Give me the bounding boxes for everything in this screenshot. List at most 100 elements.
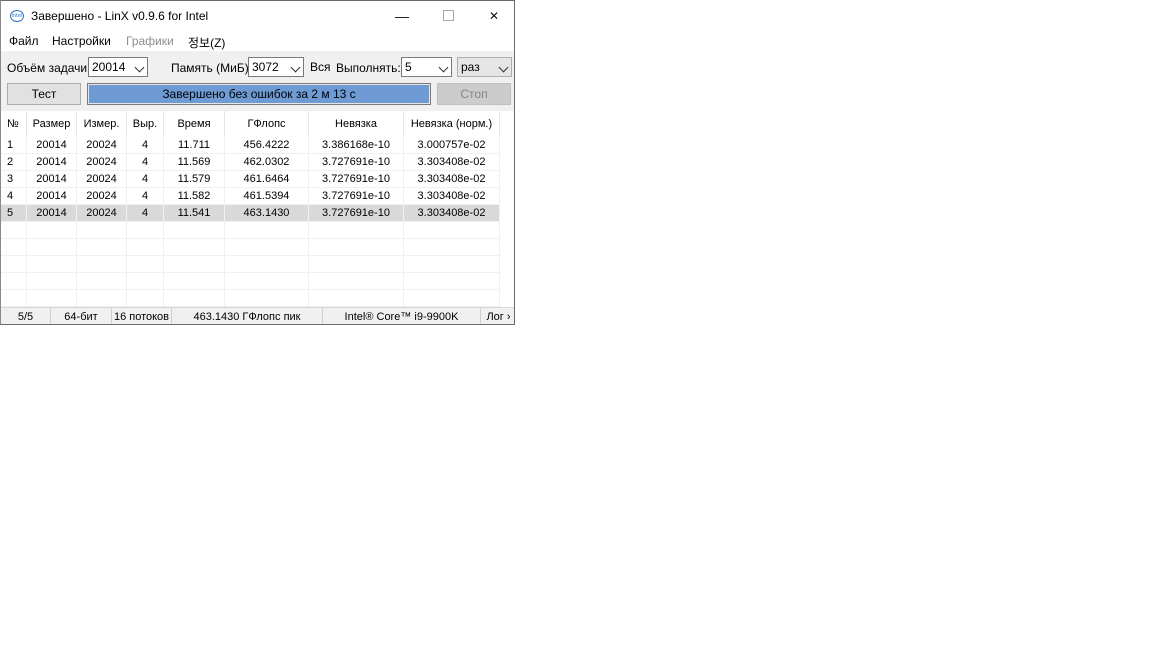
empty-row [1, 239, 514, 256]
table-row[interactable]: 5 20014 20024 4 11.541 463.1430 3.727691e-10 3.… [1, 205, 514, 222]
header-col-dim[interactable]: Измер. [77, 111, 127, 137]
menu-info[interactable]: 정보(Z) [188, 34, 225, 51]
table-row[interactable]: 4 20014 20024 4 11.582 461.5394 3.727691e-10 3.… [1, 188, 514, 205]
table-cell: 4 [127, 205, 164, 222]
table-cell: 3.000757e-02 [404, 137, 500, 154]
table-cell [404, 273, 500, 290]
status-peak: 463.1430 ГФлопс пик [172, 308, 323, 324]
table-cell [225, 256, 309, 273]
empty-row [1, 256, 514, 273]
table-cell [404, 290, 500, 307]
table-cell: 20024 [77, 154, 127, 171]
menu-bar: Файл Настройки Графики 정보(Z) [1, 31, 514, 51]
table-cell [404, 239, 500, 256]
table-cell: 4 [127, 171, 164, 188]
table-cell: 5 [1, 205, 27, 222]
table-cell: 11.541 [164, 205, 225, 222]
menu-file[interactable]: Файл [9, 34, 39, 48]
table-cell: 3.303408e-02 [404, 188, 500, 205]
memory-combo[interactable]: 3072 [248, 57, 304, 77]
header-col-residual[interactable]: Невязка [309, 111, 404, 137]
table-cell: 3.727691e-10 [309, 171, 404, 188]
table-cell: 11.569 [164, 154, 225, 171]
menu-graphs[interactable]: Графики [126, 34, 174, 48]
minimize-button[interactable]: — [379, 1, 425, 31]
empty-row [1, 273, 514, 290]
table-cell [27, 256, 77, 273]
header-col-time[interactable]: Время [164, 111, 225, 137]
table-cell: 20014 [27, 154, 77, 171]
table-cell [164, 222, 225, 239]
table-cell: 463.1430 [225, 205, 309, 222]
log-button[interactable]: Лог › [481, 308, 514, 324]
header-col-residual-norm[interactable]: Невязка (норм.) [404, 111, 500, 137]
table-cell: 11.582 [164, 188, 225, 205]
chevron-down-icon [290, 62, 301, 73]
all-memory-option[interactable]: Вся [310, 60, 331, 74]
progress-status-text: Завершено без ошибок за 2 м 13 с [162, 87, 356, 101]
table-cell [27, 273, 77, 290]
test-button[interactable]: Тест [7, 83, 81, 105]
header-col-number[interactable]: № [1, 111, 27, 137]
table-cell: 20014 [27, 188, 77, 205]
maximize-button[interactable] [425, 1, 471, 31]
table-cell: 3.303408e-02 [404, 171, 500, 188]
table-cell [1, 256, 27, 273]
stop-button[interactable]: Стоп [437, 83, 511, 105]
run-label: Выполнять: [336, 61, 401, 75]
table-cell: 4 [127, 188, 164, 205]
table-cell: 11.579 [164, 171, 225, 188]
table-cell [225, 273, 309, 290]
table-cell [1, 290, 27, 307]
run-count-combo[interactable]: 5 [401, 57, 452, 77]
status-threads: 16 потоков [112, 308, 172, 324]
header-col-align[interactable]: Выр. [127, 111, 164, 137]
table-row[interactable]: 2 20014 20024 4 11.569 462.0302 3.727691e-10 3.… [1, 154, 514, 171]
close-button[interactable]: ✕ [471, 1, 514, 31]
chevron-down-icon [134, 62, 145, 73]
table-cell [309, 222, 404, 239]
table-cell: 11.711 [164, 137, 225, 154]
table-cell [77, 222, 127, 239]
status-bits: 64-бит [51, 308, 112, 324]
table-cell: 20024 [77, 171, 127, 188]
close-icon: ✕ [488, 9, 500, 23]
table-cell [309, 273, 404, 290]
empty-row [1, 222, 514, 239]
header-col-size[interactable]: Размер [27, 111, 77, 137]
table-cell [77, 256, 127, 273]
menu-settings[interactable]: Настройки [52, 34, 111, 48]
problem-size-label: Объём задачи: [7, 61, 91, 75]
table-cell [127, 222, 164, 239]
table-row[interactable]: 3 20014 20024 4 11.579 461.6464 3.727691e-10 3.… [1, 171, 514, 188]
run-count-value: 5 [405, 60, 412, 74]
table-cell: 456.4222 [225, 137, 309, 154]
header-col-gflops[interactable]: ГФлопс [225, 111, 309, 137]
status-bar: 5/5 64-бит 16 потоков 463.1430 ГФлопс пи… [1, 307, 514, 324]
table-cell: 20014 [27, 171, 77, 188]
table-cell [127, 256, 164, 273]
table-cell: 462.0302 [225, 154, 309, 171]
table-cell: 3 [1, 171, 27, 188]
table-cell: 20014 [27, 205, 77, 222]
table-row[interactable]: 1 20014 20024 4 11.711 456.4222 3.386168e-10 3.… [1, 137, 514, 154]
table-cell [404, 222, 500, 239]
title-bar[interactable]: intel Завершено - LinX v0.9.6 for Intel … [1, 1, 514, 31]
table-cell: 461.5394 [225, 188, 309, 205]
problem-size-value: 20014 [92, 60, 126, 74]
problem-size-combo[interactable]: 20014 [88, 57, 148, 77]
run-unit-combo[interactable]: раз [457, 57, 512, 77]
table-cell: 20024 [77, 188, 127, 205]
table-cell: 20024 [77, 137, 127, 154]
table-cell: 461.6464 [225, 171, 309, 188]
table-cell: 20014 [27, 137, 77, 154]
minimize-icon: — [395, 8, 409, 24]
table-cell: 20024 [77, 205, 127, 222]
table-cell: 3.727691e-10 [309, 188, 404, 205]
table-cell: 3.727691e-10 [309, 154, 404, 171]
status-cpu: Intel® Core™ i9-9900K [323, 308, 481, 324]
table-cell [164, 273, 225, 290]
memory-label: Память (МиБ): [171, 61, 253, 75]
table-cell [225, 290, 309, 307]
linx-window: intel Завершено - LinX v0.9.6 for Intel … [0, 0, 515, 325]
